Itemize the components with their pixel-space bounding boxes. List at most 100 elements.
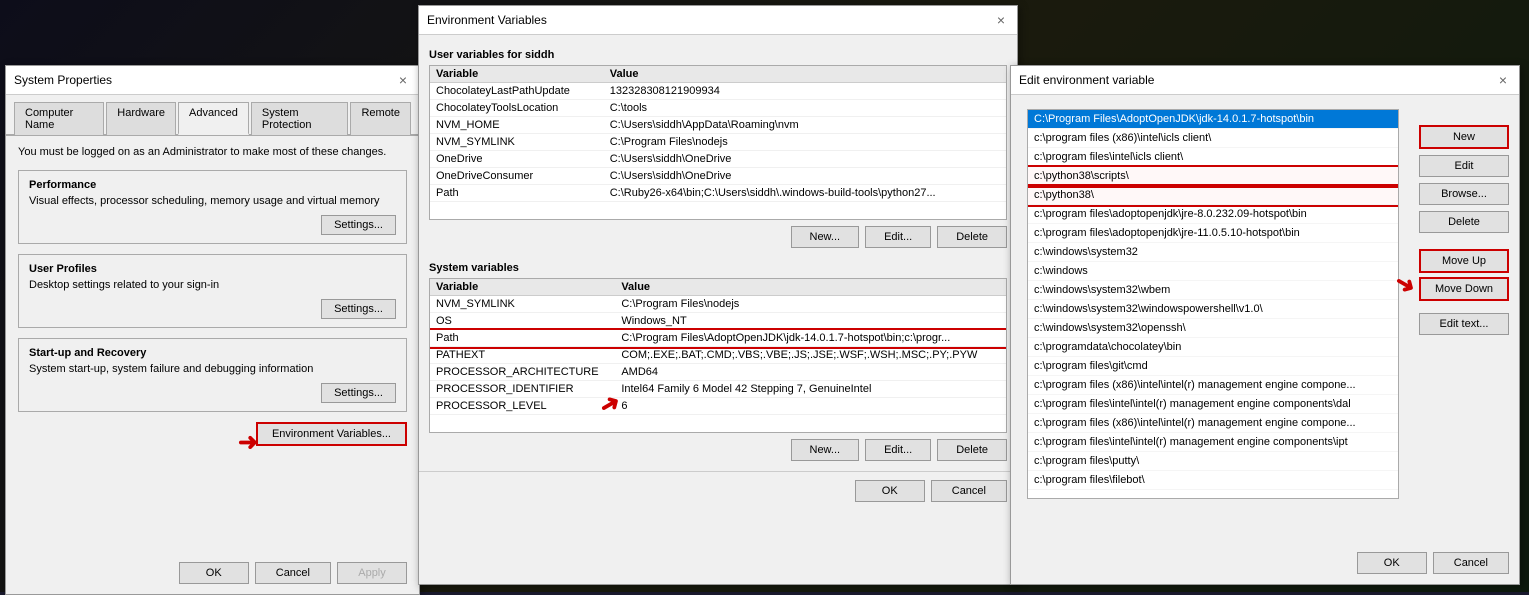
tab-system-protection[interactable]: System Protection — [251, 102, 349, 135]
path-list-item[interactable]: c:\program files\intel\icls client\ — [1028, 148, 1398, 167]
system-var-value: Intel64 Family 6 Model 42 Stepping 7, Ge… — [615, 381, 1006, 398]
system-properties-window: System Properties × Computer Name Hardwa… — [5, 65, 420, 595]
path-list-container[interactable]: C:\Program Files\AdoptOpenJDK\jdk-14.0.1… — [1027, 109, 1399, 499]
startup-desc: System start-up, system failure and debu… — [29, 363, 396, 375]
tab-computer-name[interactable]: Computer Name — [14, 102, 104, 135]
system-props-apply-button[interactable]: Apply — [337, 562, 407, 584]
path-list-item[interactable]: C:\Program Files\AdoptOpenJDK\jdk-14.0.1… — [1028, 110, 1398, 129]
system-var-value: C:\Program Files\AdoptOpenJDK\jdk-14.0.1… — [615, 330, 1006, 347]
user-vars-delete-button[interactable]: Delete — [937, 226, 1007, 248]
edit-env-title: Edit environment variable — [1019, 73, 1154, 87]
admin-notice: You must be logged on as an Administrato… — [18, 146, 407, 158]
system-var-row[interactable]: OSWindows_NT — [430, 313, 1006, 330]
user-var-value: 132328308121909934 — [604, 83, 1006, 100]
system-vars-edit-button[interactable]: Edit... — [865, 439, 931, 461]
system-var-row[interactable]: PathC:\Program Files\AdoptOpenJDK\jdk-14… — [430, 330, 1006, 347]
edit-env-edit-button[interactable]: Edit — [1419, 155, 1509, 177]
user-vars-edit-button[interactable]: Edit... — [865, 226, 931, 248]
env-vars-cancel-button[interactable]: Cancel — [931, 480, 1007, 502]
system-vars-delete-button[interactable]: Delete — [937, 439, 1007, 461]
edit-env-browse-button[interactable]: Browse... — [1419, 183, 1509, 205]
path-list-item[interactable]: c:\program files (x86)\intel\intel(r) ma… — [1028, 376, 1398, 395]
edit-env-delete-button[interactable]: Delete — [1419, 211, 1509, 233]
system-var-value: COM;.EXE;.BAT;.CMD;.VBS;.VBE;.JS;.JSE;.W… — [615, 347, 1006, 364]
path-list-item[interactable]: c:\program files\putty\ — [1028, 452, 1398, 471]
startup-settings-button[interactable]: Settings... — [321, 383, 396, 403]
move-down-button[interactable]: Move Down — [1419, 277, 1509, 301]
tab-remote[interactable]: Remote — [350, 102, 411, 135]
arrow-env-vars: ➜ — [238, 428, 258, 457]
user-vars-new-button[interactable]: New... — [791, 226, 860, 248]
performance-section: Performance Visual effects, processor sc… — [18, 170, 407, 244]
user-vars-list[interactable]: Variable Value ChocolateyLastPathUpdate1… — [429, 65, 1007, 220]
user-var-variable: Path — [430, 185, 604, 202]
system-var-variable: PROCESSOR_IDENTIFIER — [430, 381, 615, 398]
user-vars-buttons: New... Edit... Delete — [419, 220, 1017, 254]
user-var-row[interactable]: NVM_SYMLINKC:\Program Files\nodejs — [430, 134, 1006, 151]
edit-env-new-button[interactable]: New — [1419, 125, 1509, 149]
system-var-row[interactable]: PROCESSOR_IDENTIFIERIntel64 Family 6 Mod… — [430, 381, 1006, 398]
env-vars-close[interactable]: × — [993, 12, 1009, 28]
user-var-variable: OneDrive — [430, 151, 604, 168]
system-var-row[interactable]: PROCESSOR_ARCHITECTUREAMD64 — [430, 364, 1006, 381]
system-var-variable: OS — [430, 313, 615, 330]
system-props-title: System Properties — [14, 73, 112, 87]
env-vars-bottom-buttons: OK Cancel — [419, 471, 1017, 508]
system-var-value: C:\Program Files\nodejs — [615, 296, 1006, 313]
user-var-row[interactable]: ChocolateyToolsLocationC:\tools — [430, 100, 1006, 117]
system-var-row[interactable]: NVM_SYMLINKC:\Program Files\nodejs — [430, 296, 1006, 313]
tab-advanced[interactable]: Advanced — [178, 102, 249, 135]
environment-variables-button[interactable]: Environment Variables... — [256, 422, 407, 446]
edit-side-buttons: New Edit Browse... Delete Move Up Move D… — [1419, 125, 1509, 335]
path-list-item[interactable]: c:\program files (x86)\intel\icls client… — [1028, 129, 1398, 148]
path-list-item[interactable]: c:\python38\ — [1028, 186, 1398, 205]
edit-env-close[interactable]: × — [1495, 72, 1511, 88]
env-vars-title: Environment Variables — [427, 13, 547, 27]
system-props-cancel-button[interactable]: Cancel — [255, 562, 331, 584]
path-list-item[interactable]: c:\program files\adoptopenjdk\jre-11.0.5… — [1028, 224, 1398, 243]
system-var-row[interactable]: PATHEXTCOM;.EXE;.BAT;.CMD;.VBS;.VBE;.JS;… — [430, 347, 1006, 364]
path-list-item[interactable]: c:\program files\git\cmd — [1028, 357, 1398, 376]
path-list-item[interactable]: c:\windows\system32\openssh\ — [1028, 319, 1398, 338]
user-var-value: C:\Ruby26-x64\bin;C:\Users\siddh\.window… — [604, 185, 1006, 202]
system-var-variable: NVM_SYMLINK — [430, 296, 615, 313]
startup-recovery-section: Start-up and Recovery System start-up, s… — [18, 338, 407, 412]
system-props-ok-button[interactable]: OK — [179, 562, 249, 584]
system-var-row[interactable]: PROCESSOR_LEVEL6 — [430, 398, 1006, 415]
path-list-item[interactable]: c:\python38\scripts\ — [1028, 167, 1398, 186]
path-list-item[interactable]: c:\program files\filebot\ — [1028, 471, 1398, 490]
path-list-item[interactable]: c:\windows\system32\windowspowershell\v1… — [1028, 300, 1398, 319]
path-list-item[interactable]: c:\program files (x86)\intel\intel(r) ma… — [1028, 414, 1398, 433]
performance-settings-button[interactable]: Settings... — [321, 215, 396, 235]
user-var-row[interactable]: NVM_HOMEC:\Users\siddh\AppData\Roaming\n… — [430, 117, 1006, 134]
user-var-row[interactable]: PathC:\Ruby26-x64\bin;C:\Users\siddh\.wi… — [430, 185, 1006, 202]
path-list-item[interactable]: c:\windows — [1028, 262, 1398, 281]
user-var-variable: ChocolateyToolsLocation — [430, 100, 604, 117]
system-vars-label: System variables — [419, 254, 1017, 278]
user-profiles-settings-button[interactable]: Settings... — [321, 299, 396, 319]
user-var-row[interactable]: OneDriveConsumerC:\Users\siddh\OneDrive — [430, 168, 1006, 185]
user-var-row[interactable]: ChocolateyLastPathUpdate1323283081219099… — [430, 83, 1006, 100]
edit-env-titlebar: Edit environment variable × — [1011, 66, 1519, 95]
path-list-item[interactable]: c:\windows\system32\wbem — [1028, 281, 1398, 300]
path-list-item[interactable]: c:\programdata\chocolatey\bin — [1028, 338, 1398, 357]
path-list-item[interactable]: c:\program files\adoptopenjdk\jre-8.0.23… — [1028, 205, 1398, 224]
user-profiles-title: User Profiles — [29, 263, 396, 275]
edit-env-cancel-button[interactable]: Cancel — [1433, 552, 1509, 574]
env-vars-ok-button[interactable]: OK — [855, 480, 925, 502]
system-props-close[interactable]: × — [395, 72, 411, 88]
user-var-col-variable: Variable — [430, 66, 604, 83]
system-var-variable: PROCESSOR_ARCHITECTURE — [430, 364, 615, 381]
path-list-item[interactable]: c:\program files\intel\intel(r) manageme… — [1028, 433, 1398, 452]
system-vars-new-button[interactable]: New... — [791, 439, 860, 461]
edit-text-button[interactable]: Edit text... — [1419, 313, 1509, 335]
path-list-item[interactable]: c:\program files\intel\intel(r) manageme… — [1028, 395, 1398, 414]
system-vars-list[interactable]: Variable Value NVM_SYMLINKC:\Program Fil… — [429, 278, 1007, 433]
edit-env-ok-button[interactable]: OK — [1357, 552, 1427, 574]
user-var-value: C:\tools — [604, 100, 1006, 117]
system-var-value: 6 — [615, 398, 1006, 415]
user-var-row[interactable]: OneDriveC:\Users\siddh\OneDrive — [430, 151, 1006, 168]
move-up-button[interactable]: Move Up — [1419, 249, 1509, 273]
path-list-item[interactable]: c:\windows\system32 — [1028, 243, 1398, 262]
tab-hardware[interactable]: Hardware — [106, 102, 176, 135]
